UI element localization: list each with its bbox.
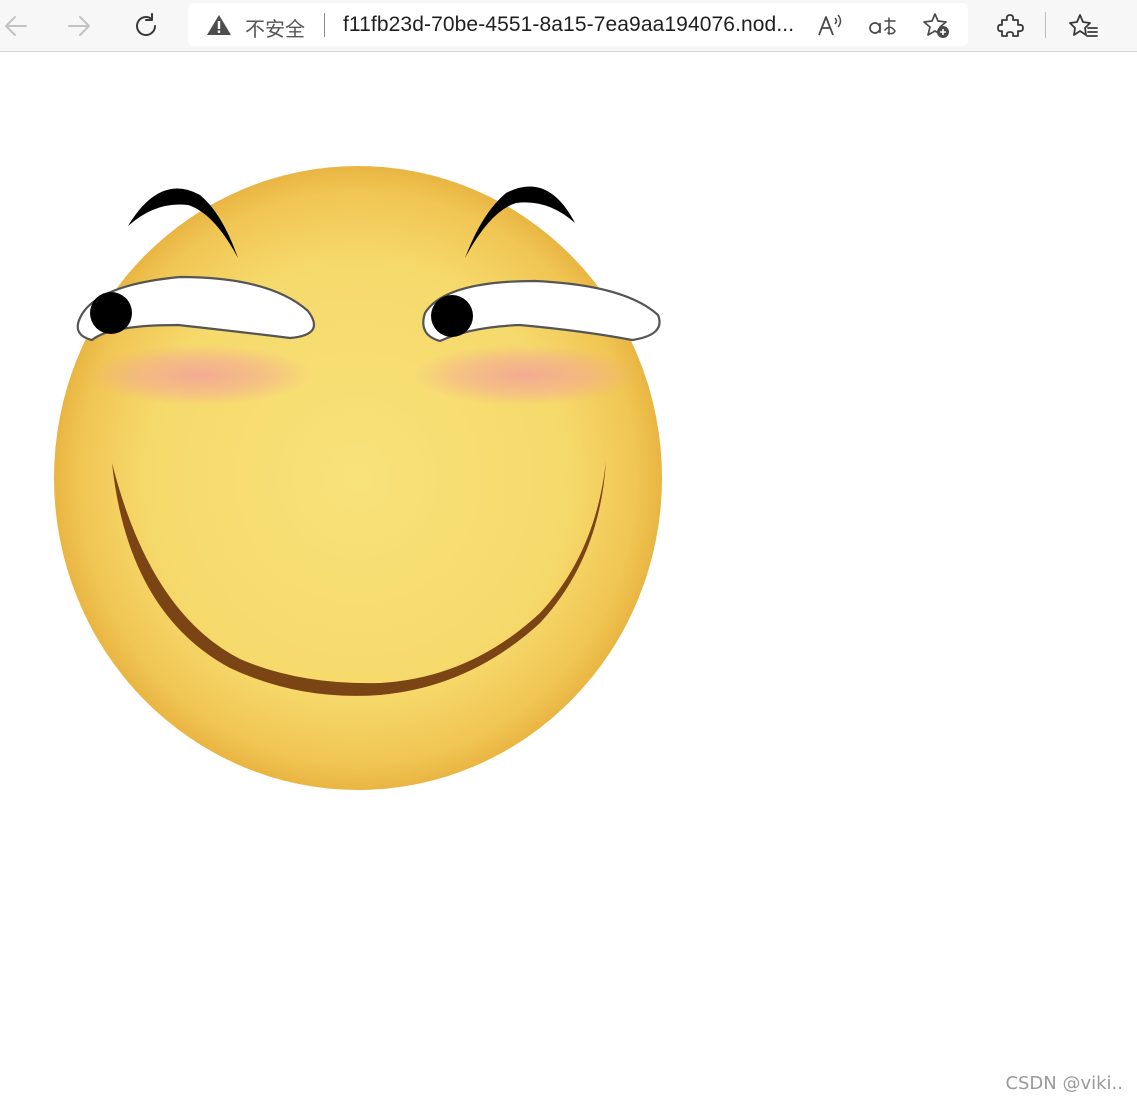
- left-cheek-blush: [88, 345, 312, 405]
- right-cheek-blush: [413, 345, 637, 405]
- back-button[interactable]: [0, 6, 36, 46]
- favorites-list-icon: [1069, 12, 1099, 40]
- url-text[interactable]: f11fb23d-70be-4551-8a15-7ea9aa194076.nod…: [343, 13, 793, 37]
- face: [54, 166, 662, 790]
- warning-icon[interactable]: [206, 14, 232, 41]
- reload-button[interactable]: [126, 6, 166, 46]
- translate-icon[interactable]: [868, 11, 898, 41]
- browser-toolbar: 不安全 f11fb23d-70be-4551-8a15-7ea9aa194076…: [0, 0, 1137, 52]
- arrow-right-icon: [65, 12, 93, 40]
- star-add-icon[interactable]: [922, 11, 952, 41]
- extensions-button[interactable]: [990, 6, 1030, 46]
- address-separator: [324, 13, 325, 37]
- left-pupil: [90, 292, 132, 334]
- address-bar[interactable]: 不安全 f11fb23d-70be-4551-8a15-7ea9aa194076…: [188, 3, 968, 46]
- arrow-left-icon: [2, 12, 30, 40]
- toolbar-divider: [1045, 12, 1046, 38]
- favorites-button[interactable]: [1064, 6, 1104, 46]
- refresh-icon: [132, 12, 160, 40]
- smiley-face-image: [0, 53, 720, 818]
- puzzle-icon: [996, 12, 1024, 40]
- forward-button[interactable]: [59, 6, 99, 46]
- security-status-label[interactable]: 不安全: [245, 13, 305, 42]
- csdn-watermark: CSDN @viki..: [1005, 1073, 1123, 1094]
- right-pupil: [431, 295, 473, 337]
- read-aloud-icon[interactable]: [815, 11, 845, 41]
